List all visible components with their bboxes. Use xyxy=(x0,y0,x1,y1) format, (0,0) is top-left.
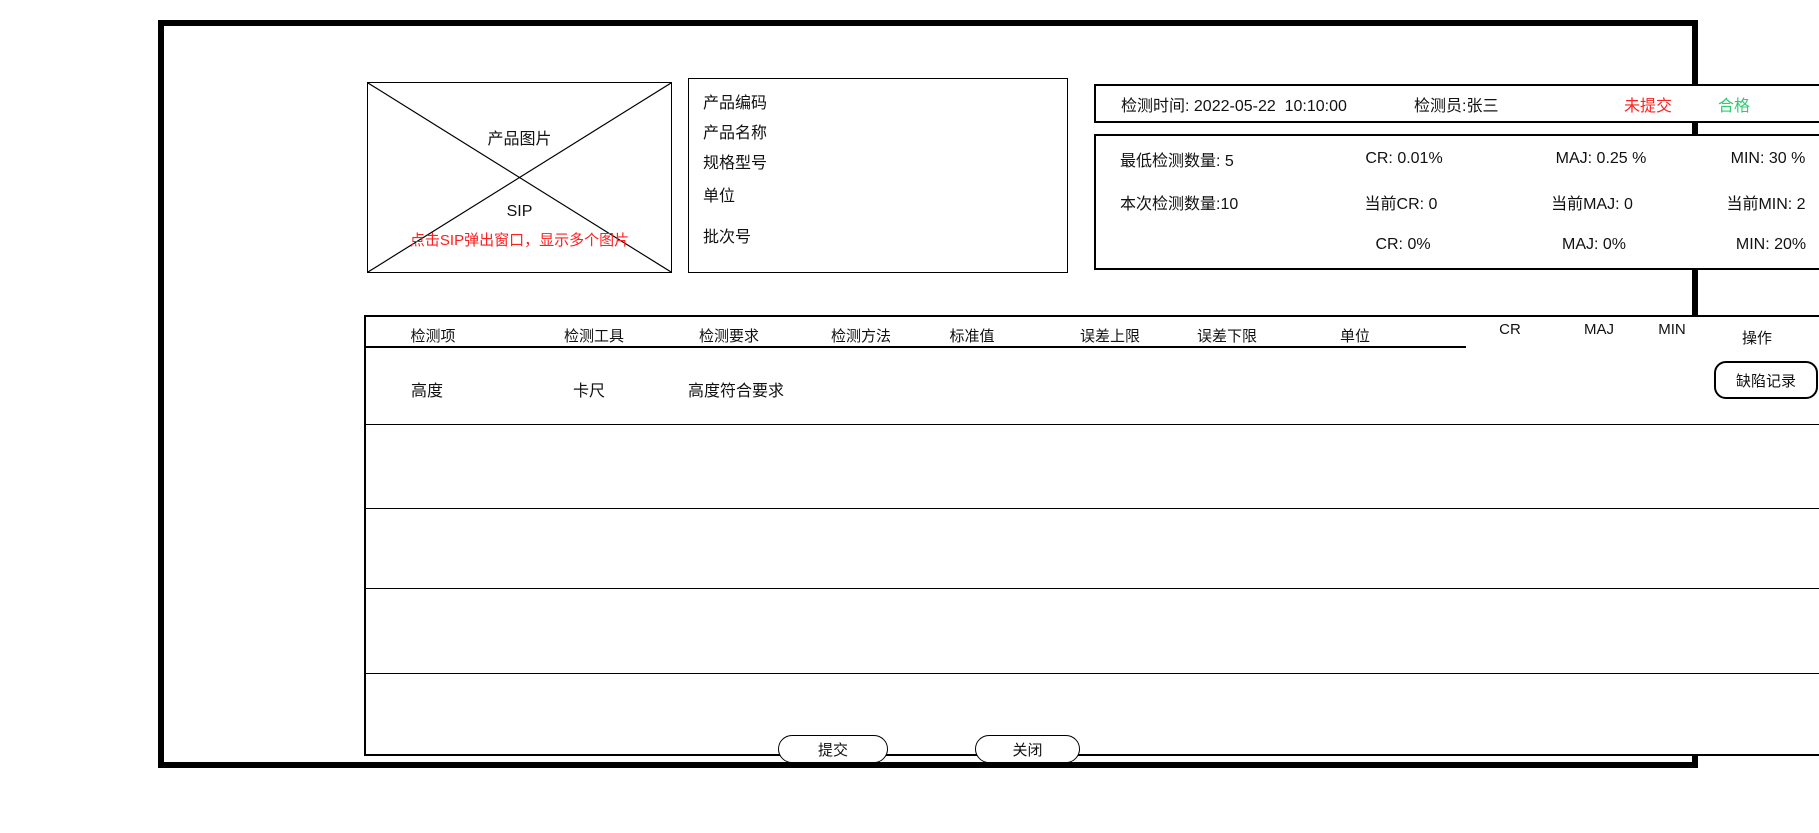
inspection-header-panel: 检测时间: 2022-05-22 10:10:00 检测员:张三 未提交 合格 xyxy=(1094,84,1819,123)
cell-tool: 卡尺 xyxy=(573,377,605,401)
cell-item: 高度 xyxy=(411,377,443,401)
inspection-time-text: 检测时间: 2022-05-22 10:10:00 xyxy=(1121,92,1347,116)
sip-label[interactable]: SIP xyxy=(368,203,671,221)
stat-current-min: 当前MIN: 2 xyxy=(1726,190,1805,214)
field-label-batch-no: 批次号 xyxy=(703,223,751,247)
submit-button[interactable]: 提交 xyxy=(778,735,888,763)
column-header-standard: 标准值 xyxy=(949,325,994,346)
field-label-spec-model: 规格型号 xyxy=(703,149,767,173)
stat-current-maj: 当前MAJ: 0 xyxy=(1551,190,1633,214)
product-image-placeholder[interactable]: 产品图片 SIP 点击SIP弹出窗口，显示多个图片 xyxy=(367,82,672,273)
stat-cr-limit: CR: 0.01% xyxy=(1365,150,1442,168)
stat-min-rate: MIN: 20% xyxy=(1736,236,1806,254)
column-header-maj: MAJ xyxy=(1584,321,1614,338)
stat-maj-rate: MAJ: 0% xyxy=(1562,236,1626,254)
header-underline xyxy=(366,346,1466,348)
stat-min-qty: 最低检测数量: 5 xyxy=(1120,147,1234,171)
close-button[interactable]: 关闭 xyxy=(975,735,1080,763)
defect-record-button[interactable]: 缺陷记录 xyxy=(1714,361,1818,399)
column-header-upper-tolerance: 误差上限 xyxy=(1080,325,1140,346)
product-info-panel: 产品编码 产品名称 规格型号 单位 批次号 xyxy=(688,78,1068,273)
product-image-label: 产品图片 xyxy=(368,125,671,149)
stat-maj-limit: MAJ: 0.25 % xyxy=(1556,150,1647,168)
column-header-action: 操作 xyxy=(1742,327,1772,348)
stat-current-qty: 本次检测数量:10 xyxy=(1120,190,1238,214)
column-header-lower-tolerance: 误差下限 xyxy=(1197,325,1257,346)
column-header-min: MIN xyxy=(1658,321,1686,338)
submit-status-badge: 未提交 xyxy=(1624,92,1672,116)
column-header-item: 检测项 xyxy=(410,325,455,346)
result-status-badge: 合格 xyxy=(1718,92,1750,116)
row-divider xyxy=(366,673,1819,674)
column-header-tool: 检测工具 xyxy=(564,325,624,346)
field-label-product-name: 产品名称 xyxy=(703,119,767,143)
page-canvas: 产品图片 SIP 点击SIP弹出窗口，显示多个图片 产品编码 产品名称 规格型号… xyxy=(0,0,1819,833)
field-label-product-code: 产品编码 xyxy=(703,89,767,113)
window-frame: 产品图片 SIP 点击SIP弹出窗口，显示多个图片 产品编码 产品名称 规格型号… xyxy=(158,20,1698,768)
sip-hint-text: 点击SIP弹出窗口，显示多个图片 xyxy=(368,229,671,250)
stats-panel: 最低检测数量: 5 CR: 0.01% MAJ: 0.25 % MIN: 30 … xyxy=(1094,134,1819,270)
column-header-cr: CR xyxy=(1499,321,1521,338)
stat-current-cr: 当前CR: 0 xyxy=(1365,190,1438,214)
row-divider xyxy=(366,588,1819,589)
column-header-method: 检测方法 xyxy=(831,325,891,346)
column-header-unit: 单位 xyxy=(1340,325,1370,346)
row-divider xyxy=(366,424,1819,425)
inspector-text: 检测员:张三 xyxy=(1414,92,1498,116)
stat-min-limit: MIN: 30 % xyxy=(1731,150,1806,168)
cell-requirement: 高度符合要求 xyxy=(688,377,784,401)
row-divider xyxy=(366,508,1819,509)
stat-cr-rate: CR: 0% xyxy=(1375,236,1430,254)
column-header-requirement: 检测要求 xyxy=(699,325,759,346)
inspection-table: 检测项 检测工具 检测要求 检测方法 标准值 误差上限 误差下限 单位 CR M… xyxy=(364,315,1819,756)
field-label-unit: 单位 xyxy=(703,182,735,206)
